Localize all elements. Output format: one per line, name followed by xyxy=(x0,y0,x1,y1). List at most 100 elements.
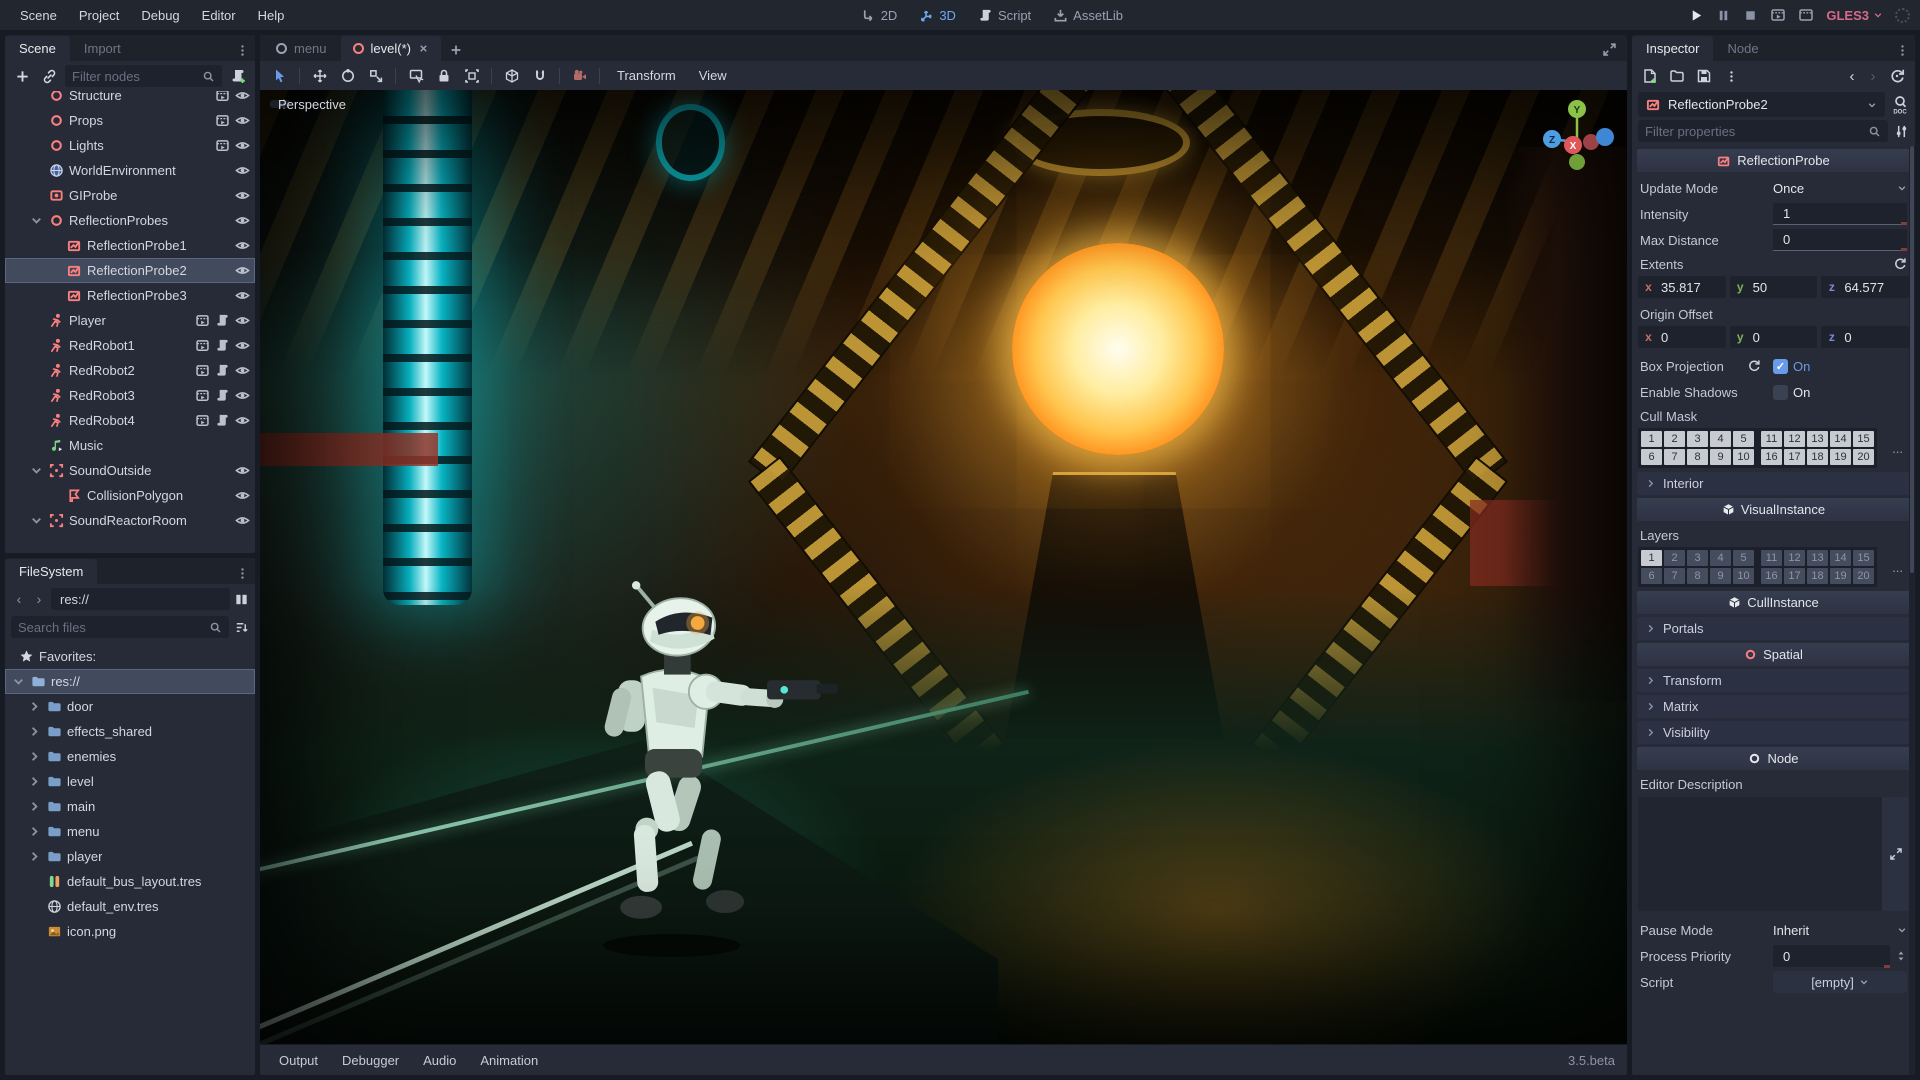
menu-debug[interactable]: Debug xyxy=(131,4,189,27)
scene-button[interactable] xyxy=(195,388,210,403)
tab-import[interactable]: Import xyxy=(70,36,135,61)
cull-mask-bit-9[interactable]: 9 xyxy=(1710,449,1731,465)
scene-tree-row[interactable]: SoundOutside xyxy=(5,458,255,483)
layers-bit-12[interactable]: 12 xyxy=(1784,550,1805,566)
section-portals[interactable]: Portals xyxy=(1637,617,1910,640)
menu-scene[interactable]: Scene xyxy=(10,4,67,27)
scene-button[interactable] xyxy=(195,338,210,353)
intensity-field[interactable]: 1 xyxy=(1773,203,1907,225)
cull-mask-bit-14[interactable]: 14 xyxy=(1830,431,1851,447)
filesystem-item[interactable]: level xyxy=(5,769,255,794)
tab-scene[interactable]: Scene xyxy=(5,36,70,61)
filesystem-item[interactable]: main xyxy=(5,794,255,819)
pause-button[interactable] xyxy=(1716,8,1731,23)
process-priority-field[interactable]: 0 xyxy=(1773,945,1890,968)
filter-nodes-input[interactable] xyxy=(72,68,197,84)
play-scene-button[interactable] xyxy=(1770,7,1786,23)
scale-tool-button[interactable] xyxy=(362,64,389,88)
layers-bit-19[interactable]: 19 xyxy=(1830,568,1851,584)
chevron-right-icon[interactable] xyxy=(27,799,42,814)
move-tool-button[interactable] xyxy=(306,64,333,88)
layers-bit-3[interactable]: 3 xyxy=(1687,550,1708,566)
scene-button[interactable] xyxy=(215,138,230,153)
resource-options-icon[interactable] xyxy=(1719,65,1743,87)
enable-shadows-checkbox[interactable]: On xyxy=(1773,384,1907,400)
cull-mask-bit-8[interactable]: 8 xyxy=(1687,449,1708,465)
filter-properties-input[interactable] xyxy=(1645,123,1863,139)
cull-mask-bit-3[interactable]: 3 xyxy=(1687,431,1708,447)
play-button[interactable] xyxy=(1689,8,1704,23)
cull-mask-bit-10[interactable]: 10 xyxy=(1733,449,1754,465)
section-interior[interactable]: Interior xyxy=(1637,472,1910,495)
bottom-tab-audio[interactable]: Audio xyxy=(412,1048,467,1073)
scene-tree-row[interactable]: SoundReactorRoom xyxy=(5,508,255,533)
filesystem-item[interactable]: player xyxy=(5,844,255,869)
workspace-assetlib[interactable]: AssetLib xyxy=(1053,8,1123,23)
box-projection-checkbox[interactable]: ✓ On xyxy=(1773,358,1907,374)
new-resource-button[interactable] xyxy=(1638,65,1662,87)
eye-button[interactable] xyxy=(235,138,250,153)
load-resource-button[interactable] xyxy=(1665,65,1689,87)
cull-mask-bit-20[interactable]: 20 xyxy=(1853,449,1874,465)
layers-bit-8[interactable]: 8 xyxy=(1687,568,1708,584)
inspector-scrollbar[interactable] xyxy=(1909,146,1915,1075)
chevron-down-icon[interactable] xyxy=(29,463,44,478)
lock-node-button[interactable] xyxy=(430,64,457,88)
scene-tree-row[interactable]: RedRobot3 xyxy=(5,383,255,408)
eye-button[interactable] xyxy=(235,238,250,253)
scene-tab-level[interactable]: level(*) xyxy=(340,36,441,61)
filesystem-item[interactable]: door xyxy=(5,694,255,719)
spin-updown-icon[interactable] xyxy=(1895,949,1907,963)
bottom-tab-debugger[interactable]: Debugger xyxy=(331,1048,410,1073)
cull-mask-bit-2[interactable]: 2 xyxy=(1664,431,1685,447)
revert-icon[interactable] xyxy=(1747,359,1761,373)
scene-tree-row[interactable]: ReflectionProbe3 xyxy=(5,283,255,308)
scene-tree-row[interactable]: WorldEnvironment xyxy=(5,158,255,183)
menu-project[interactable]: Project xyxy=(69,4,129,27)
expand-description-button[interactable] xyxy=(1882,797,1909,911)
cull-mask-bit-6[interactable]: 6 xyxy=(1641,449,1662,465)
eye-button[interactable] xyxy=(235,288,250,303)
layers-bit-10[interactable]: 10 xyxy=(1733,568,1754,584)
add-node-button[interactable] xyxy=(11,65,33,87)
view-axis-gizmo[interactable]: Y Z X xyxy=(1535,96,1619,180)
filesystem-item[interactable]: icon.png xyxy=(5,919,255,944)
history-back-button[interactable]: ‹ xyxy=(11,591,27,607)
layers-bit-16[interactable]: 16 xyxy=(1761,568,1782,584)
script-button[interactable] xyxy=(215,413,230,428)
sort-files-button[interactable] xyxy=(234,620,249,635)
workspace-script[interactable]: Script xyxy=(978,8,1031,23)
scene-button[interactable] xyxy=(215,91,230,103)
cull-mask-bit-13[interactable]: 13 xyxy=(1807,431,1828,447)
edited-object-select[interactable]: ReflectionProbe2 xyxy=(1638,92,1885,117)
cull-mask-bit-16[interactable]: 16 xyxy=(1761,449,1782,465)
origin-y-field[interactable]: y0 xyxy=(1729,326,1818,348)
chevron-right-icon[interactable] xyxy=(27,774,42,789)
scene-tree-row[interactable]: CollisionPolygon xyxy=(5,483,255,508)
section-transform[interactable]: Transform xyxy=(1637,669,1910,692)
tab-inspector[interactable]: Inspector xyxy=(1632,36,1714,61)
play-custom-scene-button[interactable] xyxy=(1798,7,1814,23)
display-mode-toggle[interactable] xyxy=(234,592,249,607)
scene-tree-row[interactable]: ReflectionProbe2 xyxy=(5,258,255,283)
scene-tree-row[interactable]: Lights xyxy=(5,133,255,158)
chevron-down-icon[interactable] xyxy=(29,213,44,228)
filesystem-item[interactable]: res:// xyxy=(5,669,255,694)
extents-z-field[interactable]: z 64.577 xyxy=(1821,276,1910,298)
distraction-free-toggle[interactable] xyxy=(1602,42,1617,57)
scene-tree-row[interactable]: RedRobot1 xyxy=(5,333,255,358)
cull-mask-bit-17[interactable]: 17 xyxy=(1784,449,1805,465)
eye-button[interactable] xyxy=(235,363,250,378)
eye-button[interactable] xyxy=(235,338,250,353)
eye-button[interactable] xyxy=(235,163,250,178)
cull-mask-bit-5[interactable]: 5 xyxy=(1733,431,1754,447)
layers-bit-2[interactable]: 2 xyxy=(1664,550,1685,566)
pause-mode-dropdown[interactable]: Inherit xyxy=(1773,923,1907,938)
chevron-down-icon[interactable] xyxy=(29,513,44,528)
view-menu[interactable]: View xyxy=(688,65,738,86)
open-docs-button[interactable]: DOC xyxy=(1891,95,1909,115)
tab-node[interactable]: Node xyxy=(1713,36,1772,61)
chevron-right-icon[interactable] xyxy=(27,824,42,839)
filesystem-item[interactable]: effects_shared xyxy=(5,719,255,744)
layers-bit-20[interactable]: 20 xyxy=(1853,568,1874,584)
